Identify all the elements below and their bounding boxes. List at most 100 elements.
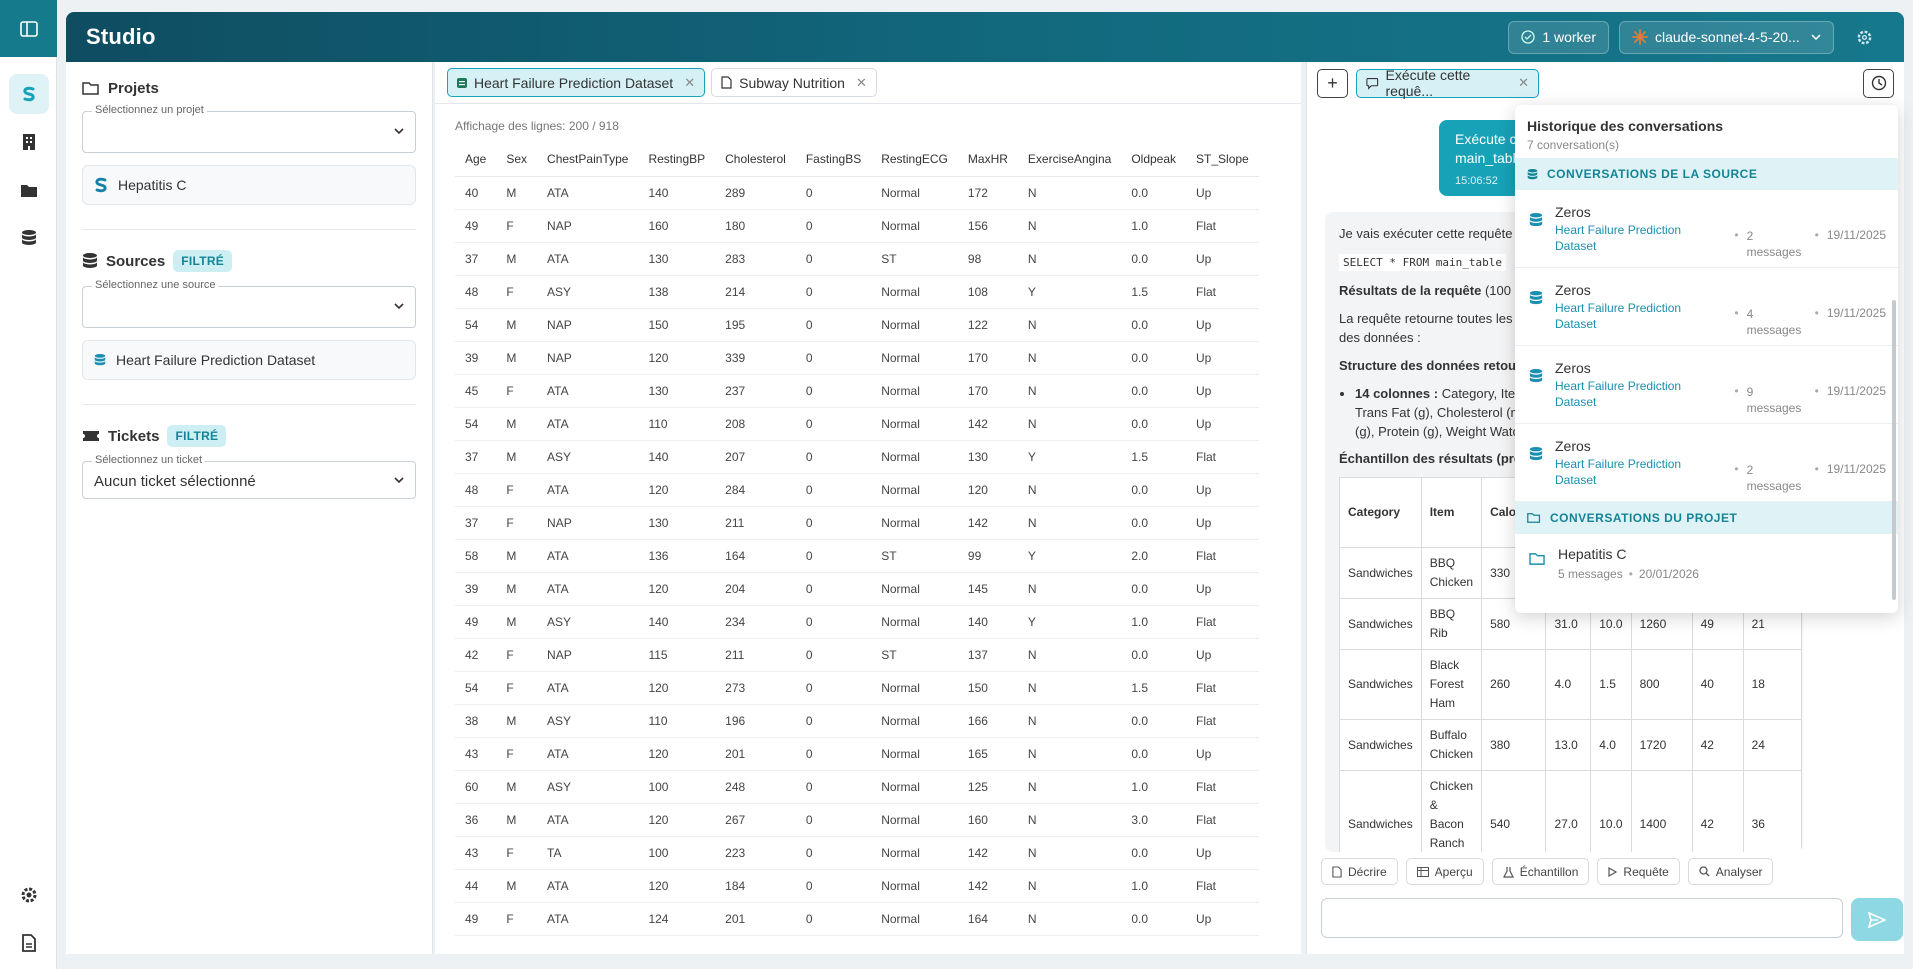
studio-logo-icon xyxy=(95,177,107,193)
table-row[interactable]: 43 F ATA 120 201 0 Normal 165 N 0.0 Up xyxy=(455,737,1259,771)
column-header[interactable]: ST_Slope xyxy=(1186,142,1259,177)
model-select[interactable]: claude-sonnet-4-5-20... xyxy=(1619,20,1834,54)
table-cell: F xyxy=(496,737,538,771)
table-row[interactable]: 39 M NAP 120 339 0 Normal 170 N 0.0 Up xyxy=(455,341,1259,375)
ticket-select[interactable]: Sélectionnez un ticket Aucun ticket séle… xyxy=(82,454,416,499)
table-row[interactable]: 48 F ATA 120 284 0 Normal 120 N 0.0 Up xyxy=(455,473,1259,507)
selected-project-item[interactable]: Hepatitis C xyxy=(82,165,416,205)
nav-building-button[interactable] xyxy=(9,122,49,162)
table-cell: Up xyxy=(1186,902,1259,936)
table-row[interactable]: 49 F NAP 160 180 0 Normal 156 N 1.0 Flat xyxy=(455,209,1259,243)
close-icon[interactable]: ✕ xyxy=(684,75,695,91)
send-button[interactable] xyxy=(1851,898,1903,941)
preview-button[interactable]: Aperçu xyxy=(1405,858,1484,885)
project-history-item[interactable]: Hepatitis C 5 messages • 20/01/2026 xyxy=(1515,534,1898,581)
nav-database-button[interactable] xyxy=(9,218,49,258)
table-row[interactable]: 54 M ATA 110 208 0 Normal 142 N 0.0 Up xyxy=(455,407,1259,441)
describe-button[interactable]: Décrire xyxy=(1321,858,1398,885)
history-item[interactable]: Zeros Heart Failure Prediction Dataset • 2 … xyxy=(1515,190,1898,268)
table-row[interactable]: 60 M ASY 100 248 0 Normal 125 N 1.0 Flat xyxy=(455,770,1259,804)
chat-input[interactable] xyxy=(1321,898,1843,938)
nav-studio-button[interactable] xyxy=(8,74,49,114)
message-count: 4 messages xyxy=(1746,307,1802,337)
column-header[interactable]: RestingBP xyxy=(638,142,716,177)
column-header[interactable]: Cholesterol xyxy=(715,142,796,177)
table-cell: N xyxy=(1017,671,1122,705)
table-row[interactable]: 40 M ATA 140 289 0 Normal 172 N 0.0 Up xyxy=(455,176,1259,210)
toggle-sidebar-button[interactable] xyxy=(0,0,57,57)
column-header[interactable]: ChestPainType xyxy=(537,142,639,177)
history-button[interactable] xyxy=(1863,68,1894,98)
table-cell: Normal xyxy=(871,176,958,210)
workers-button[interactable]: 1 worker xyxy=(1508,20,1609,54)
table-cell: N xyxy=(1017,704,1122,738)
table-cell: 140 xyxy=(638,605,716,639)
analyze-button[interactable]: Analyser xyxy=(1687,858,1774,885)
column-header[interactable]: Age xyxy=(455,142,497,177)
column-header[interactable]: Oldpeak xyxy=(1121,142,1187,177)
table-row[interactable]: 37 M ASY 140 207 0 Normal 130 Y 1.5 Flat xyxy=(455,440,1259,474)
table-row[interactable]: 42 F NAP 115 211 0 ST 137 N 0.0 Up xyxy=(455,638,1259,672)
data-tabs: Heart Failure Prediction Dataset ✕ Subwa… xyxy=(435,62,1301,104)
column-header[interactable]: RestingECG xyxy=(871,142,958,177)
table-cell: 0 xyxy=(795,242,872,276)
table-cell: 136 xyxy=(638,539,716,573)
table-row[interactable]: 38 M ASY 110 196 0 Normal 166 N 0.0 Flat xyxy=(455,704,1259,738)
table-row[interactable]: 49 F ATA 124 201 0 Normal 164 N 0.0 Up xyxy=(455,902,1259,936)
tab-subway-nutrition[interactable]: Subway Nutrition ✕ xyxy=(711,68,877,97)
query-button[interactable]: Requête xyxy=(1597,858,1680,885)
table-row[interactable]: 45 F ATA 130 237 0 Normal 170 N 0.0 Up xyxy=(455,374,1259,408)
table-row[interactable]: 37 F NAP 130 211 0 Normal 142 N 0.0 Up xyxy=(455,506,1259,540)
table-cell: 201 xyxy=(715,737,796,771)
table-row[interactable]: 43 F TA 100 223 0 Normal 142 N 0.0 Up xyxy=(455,836,1259,870)
table-row[interactable]: 54 M NAP 150 195 0 Normal 122 N 0.0 Up xyxy=(455,308,1259,342)
tab-chat[interactable]: Exécute cette requê... ✕ xyxy=(1356,67,1539,99)
history-item[interactable]: Zeros Heart Failure Prediction Dataset • 2 … xyxy=(1515,424,1898,502)
sample-button[interactable]: Échantillon xyxy=(1491,858,1590,885)
close-icon[interactable]: ✕ xyxy=(1518,75,1529,91)
new-conversation-button[interactable]: + xyxy=(1317,68,1348,98)
table-cell: 207 xyxy=(715,440,796,474)
history-item[interactable]: Zeros Heart Failure Prediction Dataset • 9 … xyxy=(1515,346,1898,424)
table-cell: Up xyxy=(1186,341,1259,375)
data-table-container[interactable]: Age Sex ChestPainType RestingBP Cholesterol F… xyxy=(455,142,1286,969)
table-cell: 0 xyxy=(795,539,872,573)
tab-heart-failure[interactable]: Heart Failure Prediction Dataset ✕ xyxy=(447,68,706,97)
table-row[interactable]: 39 M ATA 120 204 0 Normal 145 N 0.0 Up xyxy=(455,572,1259,606)
table-row[interactable]: 44 M ATA 120 184 0 Normal 142 N 1.0 Flat xyxy=(455,869,1259,903)
header-settings-button[interactable] xyxy=(1844,21,1884,54)
history-item[interactable]: Zeros Heart Failure Prediction Dataset • 4 … xyxy=(1515,268,1898,346)
column-header[interactable]: MaxHR xyxy=(957,142,1018,177)
source-select[interactable]: Sélectionnez une source xyxy=(82,279,416,328)
nav-document-button[interactable] xyxy=(9,923,49,963)
table-cell: Flat xyxy=(1186,803,1259,837)
table-cell: M xyxy=(496,803,538,837)
table-row[interactable]: 37 M ATA 130 283 0 ST 98 N 0.0 Up xyxy=(455,242,1259,276)
conversation-date: 20/01/2026 xyxy=(1638,567,1699,581)
project-select[interactable]: Sélectionnez un projet xyxy=(82,104,416,153)
table-row[interactable]: 48 F ASY 138 214 0 Normal 108 Y 1.5 Flat xyxy=(455,275,1259,309)
nav-settings-button[interactable] xyxy=(9,875,49,915)
table-row[interactable]: 49 M ASY 140 234 0 Normal 140 Y 1.0 Flat xyxy=(455,605,1259,639)
chat-bubble-icon xyxy=(1366,77,1379,90)
table-row[interactable]: 54 F ATA 120 273 0 Normal 150 N 1.5 Flat xyxy=(455,671,1259,705)
table-cell: 273 xyxy=(715,671,796,705)
table-cell: M xyxy=(496,572,538,606)
project-history-name: Hepatitis C xyxy=(1558,546,1627,562)
table-cell: 120 xyxy=(638,869,716,903)
close-icon[interactable]: ✕ xyxy=(856,75,867,91)
table-row[interactable]: 58 M ATA 136 164 0 ST 99 Y 2.0 Flat xyxy=(455,539,1259,573)
selected-source-item[interactable]: Heart Failure Prediction Dataset xyxy=(82,340,416,380)
column-header[interactable]: Sex xyxy=(496,142,538,177)
table-cell: 1.0 xyxy=(1121,605,1187,639)
nav-folder-button[interactable] xyxy=(9,170,49,210)
column-header[interactable]: ExerciseAngina xyxy=(1017,142,1122,177)
tab-label: Heart Failure Prediction Dataset xyxy=(474,74,674,91)
table-cell: M xyxy=(496,308,538,342)
table-cell: 120 xyxy=(638,737,716,771)
column-header[interactable]: FastingBS xyxy=(795,142,872,177)
table-cell: 130 xyxy=(638,374,716,408)
table-row[interactable]: 36 M ATA 120 267 0 Normal 160 N 3.0 Flat xyxy=(455,803,1259,837)
table-cell: 1.0 xyxy=(1121,770,1187,804)
history-scrollbar[interactable] xyxy=(1892,300,1896,600)
